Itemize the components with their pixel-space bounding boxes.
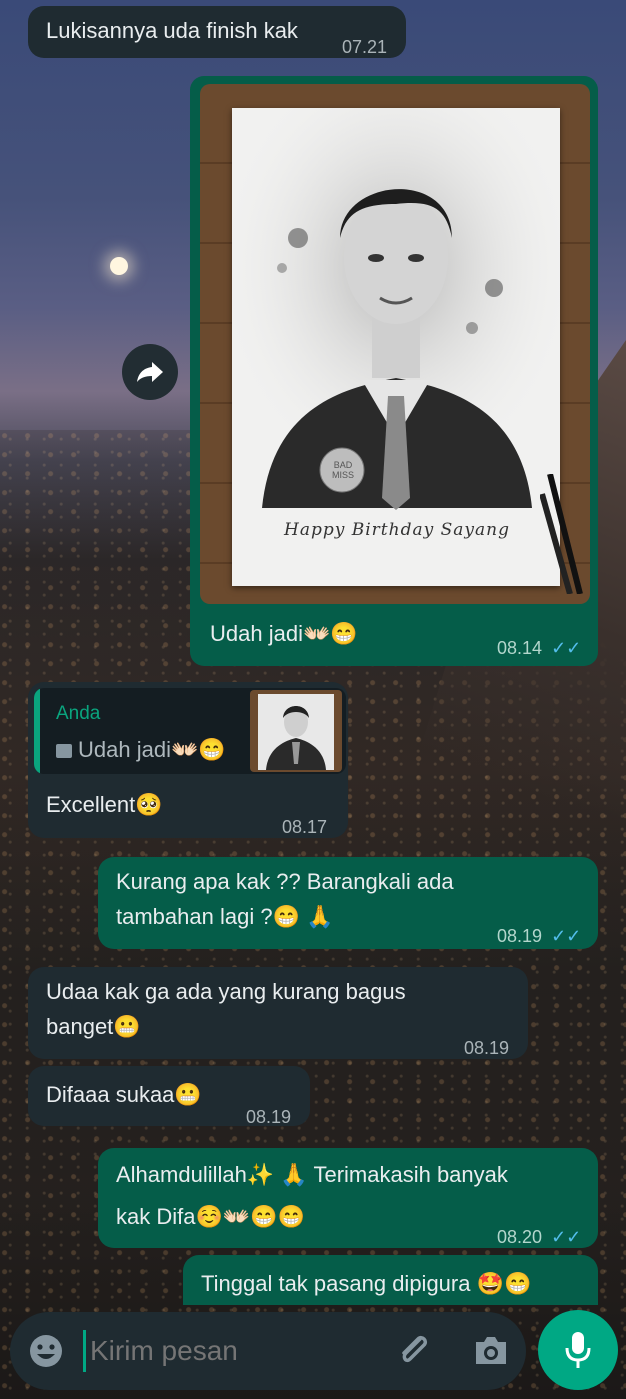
quoted-message[interactable]: Anda Udah jadi👐🏻😁 xyxy=(34,688,346,774)
message-line-1: Udaa kak ga ada yang kurang bagus xyxy=(46,979,406,1004)
message-time: 07.21 xyxy=(342,37,388,57)
message-line-1: Alhamdulillah✨ 🙏 Terimakasih banyak xyxy=(116,1162,508,1187)
microphone-button[interactable] xyxy=(538,1310,618,1390)
text-cursor xyxy=(83,1330,86,1372)
message-incoming[interactable]: Difaaa sukaa😬 08.19 xyxy=(28,1066,310,1127)
message-text: Difaaa sukaa😬 xyxy=(46,1082,202,1107)
message-outgoing[interactable]: Tinggal tak pasang dipigura 🤩😁 xyxy=(183,1255,598,1305)
quote-text: Udah jadi👐🏻😁 xyxy=(78,737,226,762)
message-outgoing[interactable]: Kurang apa kak ?? Barangkali ada tambaha… xyxy=(98,857,598,949)
message-line-2: banget😬 xyxy=(46,1014,141,1039)
emoji-icon[interactable] xyxy=(28,1333,64,1369)
microphone-icon xyxy=(565,1332,591,1368)
artwork-text: Happy Birthday Sayang xyxy=(284,520,510,540)
wallpaper-moon xyxy=(110,257,128,275)
message-time: 08.19 ✓✓ xyxy=(497,919,581,953)
message-time: 08.19 xyxy=(464,1038,510,1058)
message-time: 08.14 ✓✓ xyxy=(497,638,581,659)
message-time-value: 08.14 xyxy=(497,638,543,658)
quote-accent-bar xyxy=(34,688,40,774)
quote-thumbnail xyxy=(250,690,342,772)
camera-icon[interactable] xyxy=(472,1334,510,1368)
message-text: Excellent🥺 xyxy=(46,792,163,817)
message-composer[interactable] xyxy=(10,1312,526,1390)
portrait-sketch xyxy=(232,108,560,510)
read-ticks-icon: ✓✓ xyxy=(551,1227,582,1247)
message-incoming[interactable]: Udaa kak ga ada yang kurang bagus banget… xyxy=(28,967,528,1059)
message-incoming[interactable]: Lukisannya uda finish kak 07.21 xyxy=(28,6,406,58)
forward-button[interactable] xyxy=(122,344,178,400)
message-image[interactable]: BAD MISS Happy Birthday Sayang xyxy=(200,84,590,604)
pencils-image xyxy=(540,474,583,594)
read-ticks-icon: ✓✓ xyxy=(551,638,582,658)
message-time: 08.17 xyxy=(282,817,328,837)
read-ticks-icon: ✓✓ xyxy=(551,926,582,946)
message-caption: Udah jadi👐🏻😁 xyxy=(210,621,358,646)
badge-text: BAD MISS xyxy=(331,460,354,480)
message-time-value: 08.19 xyxy=(497,926,543,946)
image-icon xyxy=(56,744,72,758)
paperclip-icon[interactable] xyxy=(394,1331,434,1371)
message-outgoing[interactable]: Alhamdulillah✨ 🙏 Terimakasih banyak kak … xyxy=(98,1148,598,1248)
message-line-2: tambahan lagi ?😁 🙏 xyxy=(116,904,334,929)
quote-author: Anda xyxy=(56,703,101,724)
message-input[interactable] xyxy=(90,1326,380,1376)
message-time-value: 08.20 xyxy=(497,1227,543,1247)
portrait-drawing: BAD MISS Happy Birthday Sayang xyxy=(232,108,560,586)
message-text: Lukisannya uda finish kak xyxy=(46,18,298,43)
message-line-2: kak Difa☺️👐🏻😁😁 xyxy=(116,1204,306,1229)
message-time: 08.19 xyxy=(246,1107,292,1127)
message-incoming-reply[interactable]: Anda Udah jadi👐🏻😁 Excellent🥺 08.17 xyxy=(28,682,348,838)
message-text: Tinggal tak pasang dipigura 🤩😁 xyxy=(201,1271,532,1296)
message-time: 08.20 ✓✓ xyxy=(497,1220,581,1254)
message-line-1: Kurang apa kak ?? Barangkali ada xyxy=(116,869,454,894)
forward-icon xyxy=(137,362,163,382)
